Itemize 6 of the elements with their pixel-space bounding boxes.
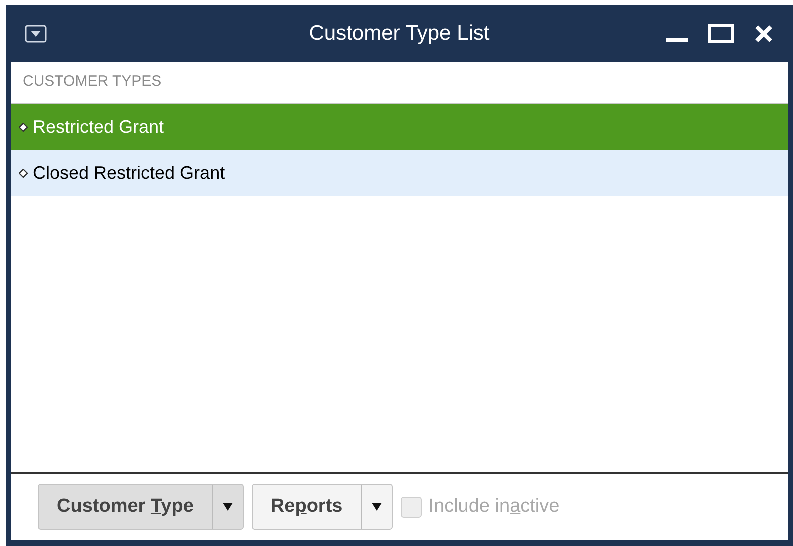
list-row[interactable]: Closed Restricted Grant <box>11 150 788 196</box>
dropdown-button[interactable]: Customer Type <box>38 484 244 530</box>
dropdown-button[interactable]: Reports <box>252 484 393 530</box>
window-title: Customer Type List <box>309 20 490 47</box>
column-header: CUSTOMER TYPES <box>23 72 162 92</box>
list-row[interactable]: Restricted Grant <box>11 104 788 150</box>
